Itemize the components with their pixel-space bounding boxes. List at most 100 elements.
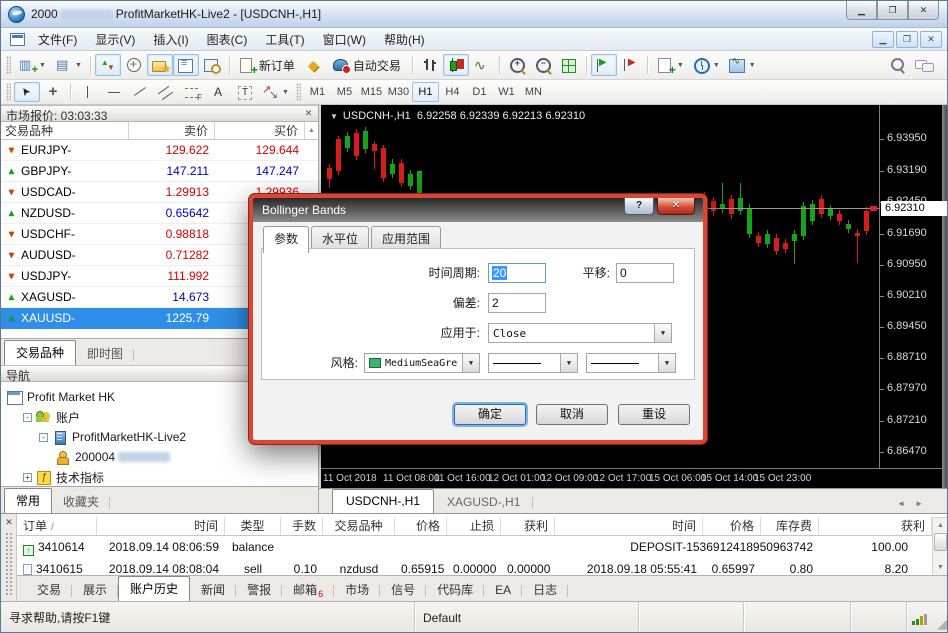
price-axis[interactable]: 6.939506.931906.924506.916906.909506.902… (880, 105, 948, 468)
mdi-minimize-button[interactable]: ▁ (872, 31, 894, 48)
cancel-button[interactable]: 取消 (536, 404, 608, 425)
dialog-close-button[interactable]: ✕ (657, 198, 695, 215)
menu-item-charts[interactable]: 图表(C) (198, 28, 257, 51)
arrows-button[interactable]: ▼ (257, 82, 293, 102)
orders-column-header[interactable]: 时间 (555, 517, 703, 535)
metaeditor-button[interactable] (302, 54, 328, 76)
close-button[interactable]: ✕ (908, 1, 939, 20)
orders-column-header[interactable]: 获利 (501, 517, 555, 535)
terminal-tab-1[interactable]: 展示 (72, 581, 118, 601)
dropdown-arrow-icon[interactable]: ▼ (654, 324, 671, 342)
terminal-tab-2[interactable]: 账户历史 (118, 576, 190, 601)
chart-tab-0[interactable]: USDCNH-,H1 (332, 489, 434, 513)
period-h4[interactable]: H4 (439, 82, 466, 102)
orders-column-header[interactable]: 交易品种 (323, 517, 395, 535)
column-header-symbol[interactable]: 交易品种 (1, 122, 129, 139)
chart-tab-1[interactable]: XAGUSD-,H1 (434, 493, 533, 513)
mdi-restore-button[interactable]: ❐ (896, 31, 918, 48)
terminal-tab-4[interactable]: 警报 (236, 581, 282, 601)
fibonacci-button[interactable] (179, 82, 205, 102)
column-header-bid[interactable]: 卖价 (129, 122, 215, 139)
data-window-button[interactable] (121, 54, 147, 76)
menu-item-window[interactable]: 窗口(W) (314, 28, 375, 51)
navigator-button[interactable] (147, 54, 173, 76)
menu-item-view[interactable]: 显示(V) (86, 28, 144, 51)
expand-icon[interactable]: + (23, 473, 32, 482)
mdi-close-button[interactable]: ✕ (920, 31, 942, 48)
market-watch-scroll-up-icon[interactable]: ▲ (305, 122, 318, 139)
terminal-tab-10[interactable]: 日志 (522, 581, 568, 601)
terminal-tab-7[interactable]: 信号 (380, 581, 426, 601)
market-watch-close-icon[interactable]: ✕ (302, 107, 315, 120)
orders-column-header[interactable]: 订单/ (17, 517, 97, 535)
collapse-icon[interactable]: - (39, 433, 48, 442)
terminal-close-icon[interactable]: ✕ (3, 516, 15, 528)
chart-shift-button[interactable] (617, 54, 643, 76)
zoom-out-button[interactable] (530, 54, 556, 76)
indicators-button[interactable]: ▼ (652, 54, 688, 76)
orders-column-header[interactable]: 价格 (395, 517, 447, 535)
column-header-ask[interactable]: 买价 (215, 122, 305, 139)
period-mn[interactable]: MN (520, 82, 547, 102)
dialog-help-button[interactable]: ? (624, 198, 654, 215)
chat-button[interactable] (911, 54, 937, 76)
resize-grip[interactable]: ◢ (937, 616, 947, 632)
dialog-tab-0[interactable]: 参数 (263, 226, 309, 253)
period-m5[interactable]: M5 (331, 82, 358, 102)
templates-button[interactable]: ▼ (724, 54, 760, 76)
menu-item-file[interactable]: 文件(F) (29, 28, 86, 51)
chart-tabs-scroll-right-icon[interactable]: ► (915, 499, 923, 508)
market-watch-row[interactable]: ▼EURJPY-129.622129.644 (1, 140, 318, 161)
crosshair-button[interactable] (40, 82, 66, 102)
channel-button[interactable] (153, 82, 179, 102)
navigator-item[interactable]: 200004 (1, 447, 318, 467)
style-color-select[interactable]: MediumSeaGre ▼ (364, 353, 480, 373)
toolbar-grip[interactable] (6, 56, 11, 74)
terminal-tab-8[interactable]: 代码库 (426, 581, 484, 601)
strategy-tester-button[interactable] (199, 54, 225, 76)
trendline-button[interactable] (127, 82, 153, 102)
candlestick-button[interactable] (443, 54, 469, 76)
terminal-tab-9[interactable]: EA (484, 581, 522, 601)
period-input[interactable]: 20 (488, 263, 546, 283)
terminal-tab-5[interactable]: 邮箱6 (282, 581, 334, 601)
scroll-thumb[interactable] (934, 533, 947, 551)
orders-column-header[interactable]: 库存费 (761, 517, 819, 535)
auto-scroll-button[interactable] (591, 54, 617, 76)
vertical-line-button[interactable] (75, 82, 101, 102)
navigator-item[interactable]: +技术指标 (1, 467, 318, 486)
ok-button[interactable]: 确定 (454, 404, 526, 425)
orders-column-header[interactable]: 类型 (225, 517, 281, 535)
cursor-button[interactable] (14, 82, 40, 102)
restore-button[interactable]: ❐ (877, 1, 908, 20)
terminal-grip[interactable] (5, 532, 14, 597)
text-label-button[interactable] (231, 82, 257, 102)
line-style-select[interactable]: ▼ (488, 353, 578, 373)
new-chart-button[interactable]: ▼ (14, 54, 50, 76)
scroll-up-icon[interactable]: ▲ (933, 518, 948, 533)
chart-document-icon[interactable] (10, 33, 25, 46)
order-row[interactable]: 34106152018.09.14 08:08:04sell0.10nzdusd… (17, 558, 932, 576)
period-h1[interactable]: H1 (412, 82, 439, 102)
orders-column-header[interactable]: 手数 (281, 517, 323, 535)
orders-column-header[interactable]: 获利 (819, 517, 932, 535)
toolbar-grip[interactable] (6, 83, 11, 101)
deviation-input[interactable]: 2 (488, 293, 546, 313)
new-order-button[interactable]: 新订单 (234, 54, 302, 76)
dropdown-arrow-icon[interactable]: ▼ (462, 354, 479, 372)
period-m30[interactable]: M30 (385, 82, 412, 102)
profiles-button[interactable]: ▼ (50, 54, 86, 76)
period-w1[interactable]: W1 (493, 82, 520, 102)
tile-windows-button[interactable] (556, 54, 582, 76)
terminal-tab-3[interactable]: 新闻 (190, 581, 236, 601)
scroll-down-icon[interactable]: ▼ (933, 560, 948, 575)
period-m15[interactable]: M15 (358, 82, 385, 102)
menu-item-tools[interactable]: 工具(T) (256, 28, 313, 51)
orders-column-header[interactable]: 时间 (97, 517, 225, 535)
navigator-tab-1[interactable]: 收藏夹 (52, 493, 110, 513)
minimize-button[interactable]: ▁ (846, 1, 877, 20)
orders-column-header[interactable]: 价格 (703, 517, 761, 535)
terminal-scrollbar[interactable]: ▲ ▼ (932, 517, 948, 576)
zoom-in-button[interactable] (504, 54, 530, 76)
terminal-button[interactable] (173, 54, 199, 76)
